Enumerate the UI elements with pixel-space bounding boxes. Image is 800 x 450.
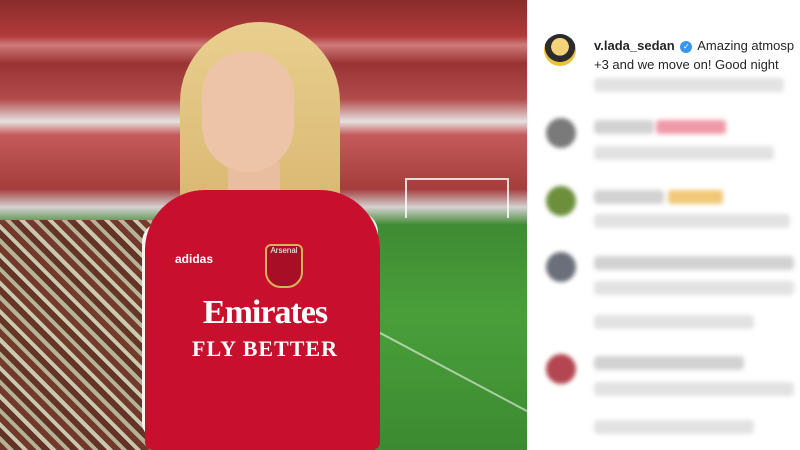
- comment-avatar[interactable]: [546, 118, 576, 148]
- goal-frame: [405, 178, 509, 218]
- club-crest: Arsenal: [265, 244, 303, 288]
- comment-text: [594, 281, 794, 295]
- jersey-brand: adidas: [175, 252, 214, 266]
- username-link[interactable]: v.lada_sedan: [594, 38, 675, 53]
- face: [202, 52, 294, 172]
- comment-username[interactable]: [594, 256, 794, 270]
- caption-text-line1: Amazing atmosp: [697, 38, 795, 53]
- profile-avatar[interactable]: [544, 34, 576, 66]
- comment-username[interactable]: [594, 356, 744, 370]
- comment-meta: [594, 315, 754, 329]
- blurred-caption-line: [594, 78, 784, 92]
- comment-emoji: [656, 120, 726, 134]
- jersey-slogan: FLY BETTER: [192, 336, 338, 361]
- comment-emoji: [668, 190, 723, 204]
- comments-sidebar: v.lada_sedan ✓ Amazing atmosp +3 and we …: [527, 0, 800, 450]
- comment-avatar[interactable]: [546, 186, 576, 216]
- comment-avatar[interactable]: [546, 354, 576, 384]
- skirt: [170, 394, 355, 450]
- crest-text: Arsenal: [270, 246, 298, 255]
- comment-meta: [594, 420, 754, 434]
- comment-text: [594, 214, 790, 228]
- person-in-jersey: adidas Arsenal VIS RWA Emirates FLY BETTE…: [140, 22, 390, 450]
- comment-avatar[interactable]: [546, 252, 576, 282]
- verified-badge-icon: ✓: [680, 40, 693, 53]
- post-image: adidas Arsenal VIS RWA Emirates FLY BETTE…: [0, 0, 527, 450]
- comment-username[interactable]: [594, 190, 664, 204]
- comment-text: [594, 382, 794, 396]
- comment-username[interactable]: [594, 120, 654, 134]
- comment-text: [594, 146, 774, 160]
- caption-text-line2: +3 and we move on! Good night: [594, 57, 779, 72]
- jersey-sponsor: Emirates: [202, 294, 328, 331]
- caption: v.lada_sedan ✓ Amazing atmosp +3 and we …: [594, 36, 800, 74]
